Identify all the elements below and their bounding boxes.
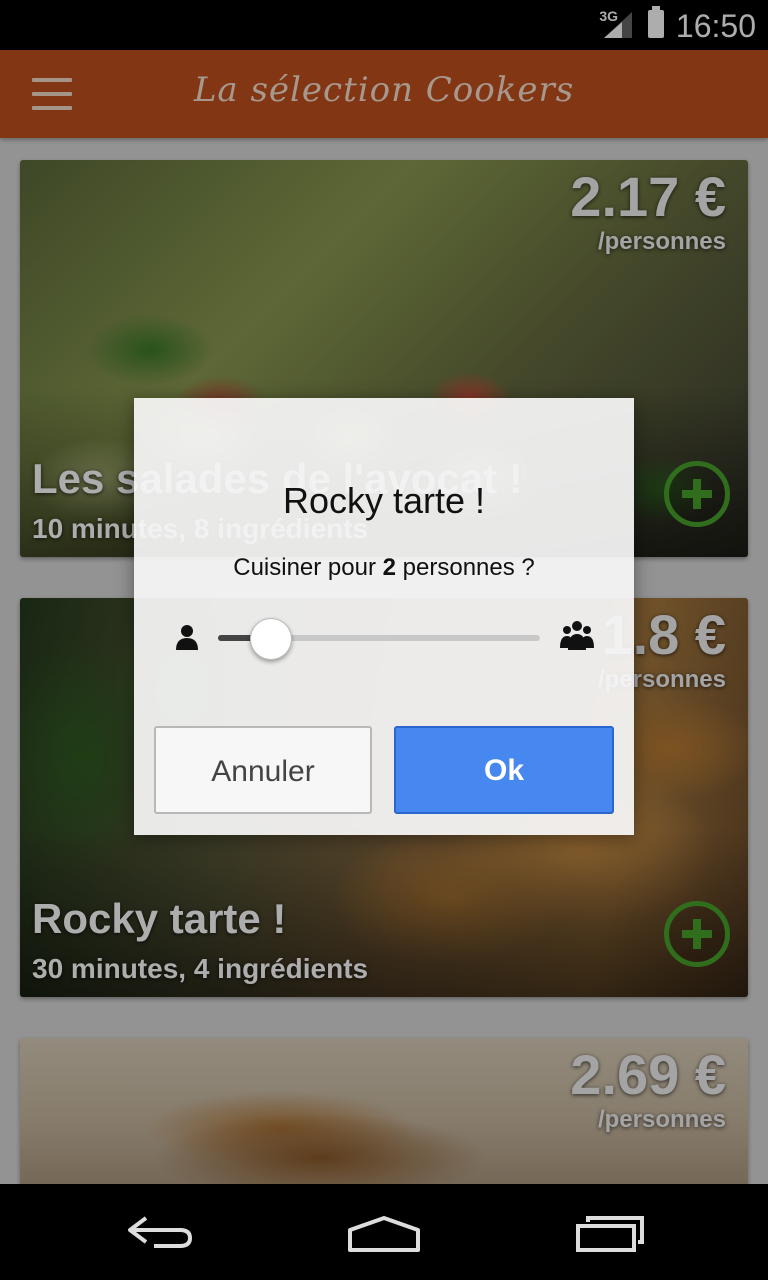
servings-count: 2 bbox=[382, 554, 396, 581]
servings-dialog: Rocky tarte ! Cuisiner pour 2 personnes … bbox=[134, 398, 634, 835]
group-icon bbox=[560, 621, 594, 650]
home-icon[interactable] bbox=[346, 1214, 422, 1254]
servings-slider-thumb[interactable] bbox=[249, 618, 292, 660]
person-icon bbox=[176, 625, 198, 650]
cancel-button[interactable]: Annuler bbox=[154, 726, 372, 814]
ok-button[interactable]: Ok bbox=[394, 726, 614, 814]
dialog-question: Cuisiner pour 2 personnes ? bbox=[233, 554, 535, 581]
recents-icon[interactable] bbox=[574, 1214, 646, 1254]
dialog-title: Rocky tarte ! bbox=[282, 480, 486, 521]
nav-bar bbox=[0, 1184, 768, 1280]
back-icon[interactable] bbox=[124, 1214, 196, 1250]
